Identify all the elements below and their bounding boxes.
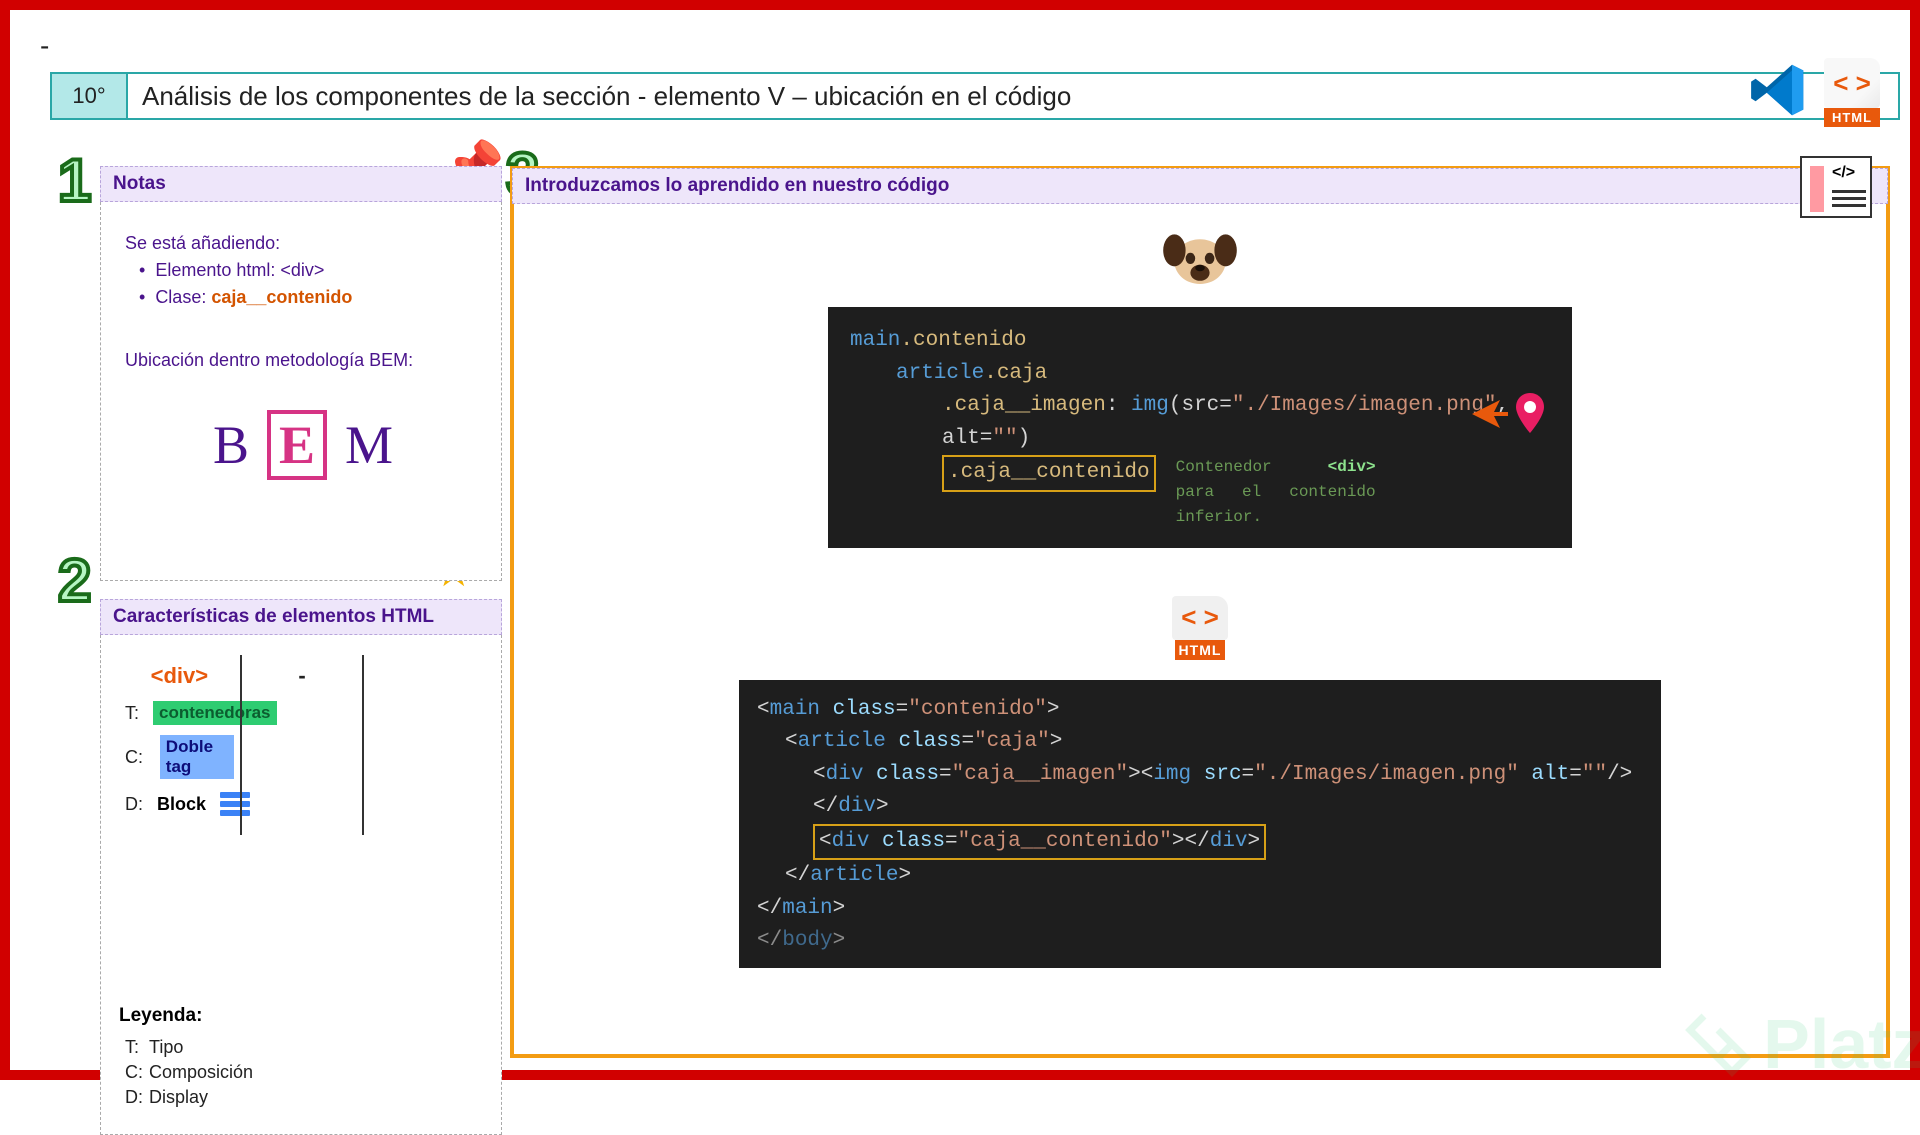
c1l2a: article xyxy=(896,362,984,385)
notas-box: Se está añadiendo: • Elemento html: <div… xyxy=(100,202,502,581)
c1l2b: .caja xyxy=(984,362,1047,385)
legend-dk: D: xyxy=(125,1087,149,1108)
platzi-watermark: Platzi xyxy=(1683,1004,1920,1084)
d-val: Block xyxy=(157,794,206,815)
notas-b1-tag: <div> xyxy=(280,260,324,280)
badge-2-icon: 2 xyxy=(58,546,91,615)
c2l4-highlight: <div class="caja__contenido"></div> xyxy=(813,824,1266,861)
html-mid-icon: < > HTML xyxy=(514,596,1886,660)
c1l3e: "./Images/imagen.png" xyxy=(1232,394,1497,417)
vscode-icon xyxy=(1750,62,1806,123)
html-icon: < > HTML xyxy=(1824,58,1880,127)
t-key: T: xyxy=(125,703,139,724)
c1l3h: ) xyxy=(1018,427,1031,450)
code-block-pug: main.contenido article.caja .caja__image… xyxy=(828,307,1572,548)
c1l1b: .contenido xyxy=(900,329,1026,352)
c1-comment: Contenedor <div> para el contenido infer… xyxy=(1176,455,1376,529)
c1l3b: : xyxy=(1106,394,1131,417)
caract-box: <div> T:contenedoras C:Doble tag D:Block… xyxy=(100,635,502,1135)
bem-m: M xyxy=(337,414,401,476)
legend-d: Display xyxy=(149,1087,208,1107)
bem-label: Ubicación dentro metodología BEM: xyxy=(125,347,481,374)
c-key: C: xyxy=(125,747,146,768)
caract-col1-tag: <div> xyxy=(125,663,234,689)
legend-t: Tipo xyxy=(149,1037,183,1057)
notas-b1-pre: Elemento html: xyxy=(155,260,280,280)
c1l4-highlight: .caja__contenido xyxy=(942,455,1156,492)
left-column: Notas Se está añadiendo: • Elemento html… xyxy=(100,166,502,1135)
slide-number: 10° xyxy=(52,74,128,118)
caract-header: Características de elementos HTML xyxy=(100,599,502,635)
right-panel: Introduzcamos lo aprendido en nuestro có… xyxy=(510,166,1890,1058)
notas-intro: Se está añadiendo: xyxy=(125,230,481,257)
c1l3a: .caja__imagen xyxy=(942,394,1106,417)
slide-frame: - 10° Análisis de los componentes de la … xyxy=(0,0,1920,1080)
code-block-html: <main class="contenido"> <article class=… xyxy=(739,680,1661,968)
c1l1a: main xyxy=(850,329,900,352)
legend-tk: T: xyxy=(125,1037,149,1058)
header-icons: < > HTML xyxy=(1750,58,1880,127)
legend: Leyenda: T:Tipo C:Composición D:Display xyxy=(119,1005,485,1110)
c1l3g: "" xyxy=(992,427,1017,450)
notas-b2-pre: Clase: xyxy=(155,287,211,307)
badge-1-icon: 1 xyxy=(58,146,91,215)
pug-icon xyxy=(514,228,1886,297)
slide-title: Análisis de los componentes de la secció… xyxy=(128,74,1898,118)
d-key: D: xyxy=(125,794,143,815)
title-bar: 10° Análisis de los componentes de la se… xyxy=(50,72,1900,120)
legend-title: Leyenda: xyxy=(119,1005,485,1027)
notas-b2-val: caja__contenido xyxy=(211,287,352,307)
dash-mark: - xyxy=(40,30,49,62)
right-header: Introduzcamos lo aprendido en nuestro có… xyxy=(512,168,1888,204)
arrow-location-icon xyxy=(1470,393,1546,435)
legend-c: Composición xyxy=(149,1062,253,1082)
caract-col2-tag: - xyxy=(248,663,357,689)
bem-row: B E M xyxy=(125,410,481,480)
notas-header: Notas xyxy=(100,166,502,202)
c1l3c: img xyxy=(1131,394,1169,417)
bem-b: B xyxy=(205,414,257,476)
code-panel-icon xyxy=(1800,156,1872,218)
c-val: Doble tag xyxy=(160,735,234,779)
bem-e: E xyxy=(267,410,327,480)
c1l3d: (src= xyxy=(1169,394,1232,417)
